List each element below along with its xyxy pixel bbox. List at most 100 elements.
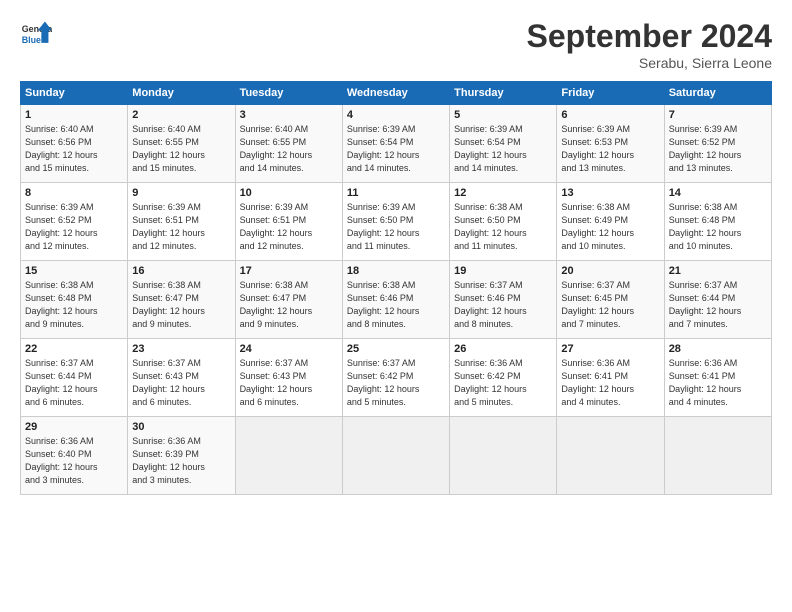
- day-number: 9: [132, 187, 230, 199]
- day-number: 20: [561, 265, 659, 277]
- day-number: 2: [132, 109, 230, 121]
- day-info: Sunrise: 6:36 AM Sunset: 6:41 PM Dayligh…: [669, 357, 767, 409]
- calendar-cell: 2 Sunrise: 6:40 AM Sunset: 6:55 PM Daylig…: [128, 105, 235, 183]
- day-info: Sunrise: 6:37 AM Sunset: 6:44 PM Dayligh…: [25, 357, 123, 409]
- day-info: Sunrise: 6:38 AM Sunset: 6:47 PM Dayligh…: [240, 279, 338, 331]
- calendar-cell: [235, 417, 342, 495]
- calendar-cell: 24 Sunrise: 6:37 AM Sunset: 6:43 PM Dayli…: [235, 339, 342, 417]
- day-info: Sunrise: 6:39 AM Sunset: 6:52 PM Dayligh…: [25, 201, 123, 253]
- calendar-week-4: 22 Sunrise: 6:37 AM Sunset: 6:44 PM Dayli…: [21, 339, 772, 417]
- day-info: Sunrise: 6:36 AM Sunset: 6:42 PM Dayligh…: [454, 357, 552, 409]
- day-info: Sunrise: 6:37 AM Sunset: 6:44 PM Dayligh…: [669, 279, 767, 331]
- col-header-sunday: Sunday: [21, 82, 128, 105]
- day-info: Sunrise: 6:38 AM Sunset: 6:49 PM Dayligh…: [561, 201, 659, 253]
- day-info: Sunrise: 6:37 AM Sunset: 6:43 PM Dayligh…: [240, 357, 338, 409]
- location-subtitle: Serabu, Sierra Leone: [527, 55, 772, 71]
- calendar-cell: 19 Sunrise: 6:37 AM Sunset: 6:46 PM Dayli…: [450, 261, 557, 339]
- day-number: 8: [25, 187, 123, 199]
- calendar-cell: 6 Sunrise: 6:39 AM Sunset: 6:53 PM Daylig…: [557, 105, 664, 183]
- day-number: 12: [454, 187, 552, 199]
- day-info: Sunrise: 6:39 AM Sunset: 6:54 PM Dayligh…: [454, 123, 552, 175]
- day-info: Sunrise: 6:37 AM Sunset: 6:46 PM Dayligh…: [454, 279, 552, 331]
- day-number: 26: [454, 343, 552, 355]
- calendar-week-3: 15 Sunrise: 6:38 AM Sunset: 6:48 PM Dayli…: [21, 261, 772, 339]
- calendar-cell: 1 Sunrise: 6:40 AM Sunset: 6:56 PM Daylig…: [21, 105, 128, 183]
- calendar-cell: 5 Sunrise: 6:39 AM Sunset: 6:54 PM Daylig…: [450, 105, 557, 183]
- calendar-cell: 26 Sunrise: 6:36 AM Sunset: 6:42 PM Dayli…: [450, 339, 557, 417]
- calendar-cell: [450, 417, 557, 495]
- calendar-table: SundayMondayTuesdayWednesdayThursdayFrid…: [20, 81, 772, 495]
- day-info: Sunrise: 6:40 AM Sunset: 6:55 PM Dayligh…: [240, 123, 338, 175]
- day-number: 29: [25, 421, 123, 433]
- logo-icon: General Blue: [20, 18, 52, 50]
- calendar-cell: 8 Sunrise: 6:39 AM Sunset: 6:52 PM Daylig…: [21, 183, 128, 261]
- day-number: 15: [25, 265, 123, 277]
- day-number: 24: [240, 343, 338, 355]
- calendar-week-1: 1 Sunrise: 6:40 AM Sunset: 6:56 PM Daylig…: [21, 105, 772, 183]
- calendar-cell: 14Sunrise: 6:38 AM Sunset: 6:48 PM Dayli…: [664, 183, 771, 261]
- col-header-monday: Monday: [128, 82, 235, 105]
- day-number: 30: [132, 421, 230, 433]
- svg-text:Blue: Blue: [22, 35, 41, 45]
- calendar-cell: 17 Sunrise: 6:38 AM Sunset: 6:47 PM Dayli…: [235, 261, 342, 339]
- calendar-week-5: 29 Sunrise: 6:36 AM Sunset: 6:40 PM Dayli…: [21, 417, 772, 495]
- calendar-cell: 27Sunrise: 6:36 AM Sunset: 6:41 PM Dayli…: [557, 339, 664, 417]
- day-number: 10: [240, 187, 338, 199]
- calendar-cell: 7 Sunrise: 6:39 AM Sunset: 6:52 PM Daylig…: [664, 105, 771, 183]
- day-info: Sunrise: 6:39 AM Sunset: 6:51 PM Dayligh…: [240, 201, 338, 253]
- calendar-cell: 30 Sunrise: 6:36 AM Sunset: 6:39 PM Dayli…: [128, 417, 235, 495]
- day-number: 16: [132, 265, 230, 277]
- calendar-cell: 20 Sunrise: 6:37 AM Sunset: 6:45 PM Dayli…: [557, 261, 664, 339]
- day-info: Sunrise: 6:39 AM Sunset: 6:52 PM Dayligh…: [669, 123, 767, 175]
- calendar-cell: 18 Sunrise: 6:38 AM Sunset: 6:46 PM Dayli…: [342, 261, 449, 339]
- day-number: 28: [669, 343, 767, 355]
- col-header-wednesday: Wednesday: [342, 82, 449, 105]
- day-info: Sunrise: 6:40 AM Sunset: 6:55 PM Dayligh…: [132, 123, 230, 175]
- day-info: Sunrise: 6:36 AM Sunset: 6:40 PM Dayligh…: [25, 435, 123, 487]
- day-info: Sunrise: 6:37 AM Sunset: 6:45 PM Dayligh…: [561, 279, 659, 331]
- day-number: 27: [561, 343, 659, 355]
- calendar-cell: 9Sunrise: 6:39 AM Sunset: 6:51 PM Daylig…: [128, 183, 235, 261]
- calendar-cell: 15 Sunrise: 6:38 AM Sunset: 6:48 PM Dayli…: [21, 261, 128, 339]
- calendar-cell: 13 Sunrise: 6:38 AM Sunset: 6:49 PM Dayli…: [557, 183, 664, 261]
- calendar-cell: 16Sunrise: 6:38 AM Sunset: 6:47 PM Dayli…: [128, 261, 235, 339]
- day-number: 19: [454, 265, 552, 277]
- day-info: Sunrise: 6:38 AM Sunset: 6:48 PM Dayligh…: [25, 279, 123, 331]
- calendar-cell: 28 Sunrise: 6:36 AM Sunset: 6:41 PM Dayli…: [664, 339, 771, 417]
- day-info: Sunrise: 6:40 AM Sunset: 6:56 PM Dayligh…: [25, 123, 123, 175]
- day-info: Sunrise: 6:39 AM Sunset: 6:50 PM Dayligh…: [347, 201, 445, 253]
- day-number: 1: [25, 109, 123, 121]
- day-number: 13: [561, 187, 659, 199]
- day-info: Sunrise: 6:36 AM Sunset: 6:39 PM Dayligh…: [132, 435, 230, 487]
- col-header-saturday: Saturday: [664, 82, 771, 105]
- col-header-tuesday: Tuesday: [235, 82, 342, 105]
- day-number: 6: [561, 109, 659, 121]
- day-number: 17: [240, 265, 338, 277]
- day-info: Sunrise: 6:38 AM Sunset: 6:46 PM Dayligh…: [347, 279, 445, 331]
- day-number: 22: [25, 343, 123, 355]
- day-number: 5: [454, 109, 552, 121]
- day-number: 14: [669, 187, 767, 199]
- calendar-cell: 21 Sunrise: 6:37 AM Sunset: 6:44 PM Dayli…: [664, 261, 771, 339]
- title-block: September 2024 Serabu, Sierra Leone: [527, 18, 772, 71]
- logo: General Blue: [20, 18, 52, 50]
- calendar-cell: 3 Sunrise: 6:40 AM Sunset: 6:55 PM Daylig…: [235, 105, 342, 183]
- calendar-cell: [342, 417, 449, 495]
- calendar-cell: 23 Sunrise: 6:37 AM Sunset: 6:43 PM Dayli…: [128, 339, 235, 417]
- day-number: 21: [669, 265, 767, 277]
- day-info: Sunrise: 6:39 AM Sunset: 6:54 PM Dayligh…: [347, 123, 445, 175]
- day-number: 11: [347, 187, 445, 199]
- day-number: 7: [669, 109, 767, 121]
- calendar-cell: 4Sunrise: 6:39 AM Sunset: 6:54 PM Daylig…: [342, 105, 449, 183]
- calendar-cell: 29 Sunrise: 6:36 AM Sunset: 6:40 PM Dayli…: [21, 417, 128, 495]
- col-header-friday: Friday: [557, 82, 664, 105]
- day-info: Sunrise: 6:37 AM Sunset: 6:43 PM Dayligh…: [132, 357, 230, 409]
- day-number: 18: [347, 265, 445, 277]
- calendar-cell: 25Sunrise: 6:37 AM Sunset: 6:42 PM Dayli…: [342, 339, 449, 417]
- month-title: September 2024: [527, 18, 772, 55]
- calendar-cell: 22 Sunrise: 6:37 AM Sunset: 6:44 PM Dayli…: [21, 339, 128, 417]
- day-info: Sunrise: 6:39 AM Sunset: 6:53 PM Dayligh…: [561, 123, 659, 175]
- day-info: Sunrise: 6:38 AM Sunset: 6:50 PM Dayligh…: [454, 201, 552, 253]
- day-number: 3: [240, 109, 338, 121]
- day-number: 23: [132, 343, 230, 355]
